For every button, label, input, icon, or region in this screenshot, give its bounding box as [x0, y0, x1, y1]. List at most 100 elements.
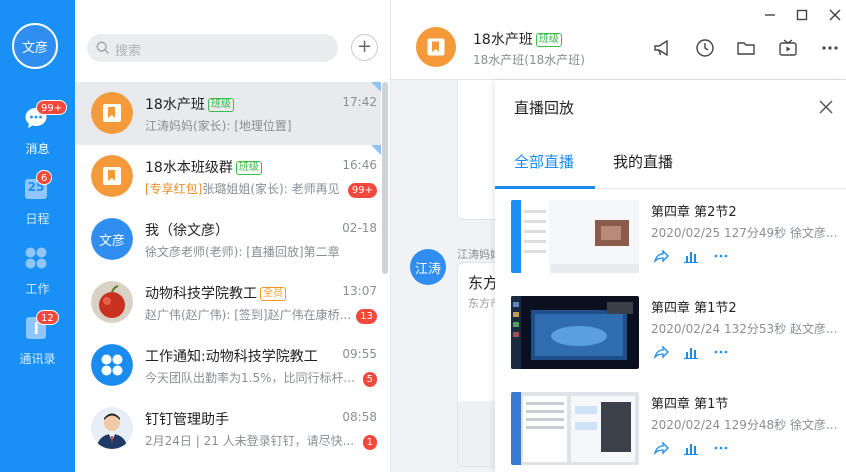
all-members-tag: 全员: [260, 287, 286, 301]
rail-item-calendar[interactable]: 25 6 日程: [0, 170, 75, 236]
conversation-preview-text: 张璐姐姐(家长): 老师再见: [202, 182, 340, 196]
class-tag: 班级: [535, 33, 562, 47]
location-title: 东方: [468, 274, 499, 292]
close-icon[interactable]: [818, 99, 834, 115]
conversation-time: 08:58: [342, 410, 377, 424]
conversation-title: 我（徐文彦）: [145, 223, 229, 239]
conversation-title: 动物科技学院教工 全员: [145, 283, 286, 303]
rail-item-work[interactable]: 工作: [0, 246, 75, 306]
group-avatar: [91, 92, 133, 134]
rail-item-messages[interactable]: 99+ 消息: [0, 100, 75, 166]
replay-item[interactable]: 第四章 第2节2 2020/02/25 127分49秒 徐文彦...: [495, 200, 846, 296]
video-thumbnail[interactable]: [511, 200, 639, 273]
assistant-avatar: [91, 407, 133, 449]
more-icon[interactable]: [820, 38, 840, 58]
conversation-preview: 2月24日 | 21 人未登录钉钉，请尽快...: [145, 434, 355, 448]
group-avatar[interactable]: [416, 27, 456, 67]
add-button[interactable]: +: [351, 34, 378, 61]
stats-icon[interactable]: [683, 440, 699, 456]
conversation-item[interactable]: 18水产班 班级 17:42 江涛妈妈(家长): [地理位置]: [75, 82, 381, 145]
conversation-item[interactable]: 钉钉管理助手 08:58 2月24日 | 21 人未登录钉钉，请尽快... 1: [75, 397, 381, 460]
unread-badge: 99+: [347, 183, 377, 198]
sender-avatar[interactable]: 江涛: [410, 249, 446, 285]
tab-my-live[interactable]: 我的直播: [613, 151, 673, 172]
conversation-list: 搜索 + 18水产班 班级 17:42 江涛妈妈(家长): [地理位置] 18水本…: [75, 0, 391, 472]
megaphone-icon[interactable]: [653, 38, 673, 58]
conversation-scrollbar[interactable]: [382, 82, 388, 274]
conversation-time: 13:07: [342, 284, 377, 298]
book-icon: [91, 155, 133, 197]
conversation-item[interactable]: 文彦 我（徐文彦） 02-18 徐文彦老师(老师): [直播回放]第二章: [75, 208, 381, 271]
more-icon[interactable]: [713, 344, 729, 360]
clock-icon[interactable]: [695, 38, 715, 58]
maximize-icon[interactable]: [794, 7, 810, 23]
share-icon[interactable]: [653, 248, 669, 264]
conversation-item[interactable]: 工作通知:动物科技学院教工 09:55 今天团队出勤率为1.5%，比同行标杆..…: [75, 334, 381, 397]
share-icon[interactable]: [653, 440, 669, 456]
conversation-preview: [专享红包]张璐姐姐(家长): 老师再见: [145, 180, 355, 197]
rail-label-calendar: 日程: [25, 212, 50, 226]
search-input[interactable]: 搜索: [115, 40, 141, 59]
conversation-title-text: 动物科技学院教工: [145, 286, 257, 302]
conversation-title: 工作通知:动物科技学院教工: [145, 349, 318, 365]
conversation-title: 钉钉管理助手: [145, 412, 229, 428]
group-avatar: [91, 281, 133, 323]
conversation-title-text: 18水产班: [145, 97, 205, 113]
video-meta: 2020/02/25 127分49秒 徐文彦...: [651, 226, 838, 240]
replay-tabs: 全部直播 我的直播: [495, 140, 846, 189]
live-tv-icon[interactable]: [778, 38, 798, 58]
folder-icon[interactable]: [736, 38, 756, 58]
panel-title: 直播回放: [514, 99, 575, 117]
tab-all-live[interactable]: 全部直播: [514, 151, 574, 172]
pinned-corner: [371, 82, 381, 92]
conversation-title-text: 18水本班级群: [145, 160, 233, 176]
book-icon: [91, 92, 133, 134]
user-avatar-text: 文彦: [21, 40, 48, 56]
video-thumbnail[interactable]: [511, 392, 639, 465]
group-avatar: [91, 155, 133, 197]
conversation-preview: 赵广伟(赵广伟): [签到]赵广伟在康桥...: [145, 308, 352, 322]
video-thumbnail[interactable]: [511, 296, 639, 369]
apple-image-icon: [91, 281, 133, 323]
minimize-icon[interactable]: [762, 7, 778, 23]
conversation-time: 09:55: [342, 347, 377, 361]
replay-item[interactable]: 第四章 第1节 2020/02/24 129分48秒 徐文彦...: [495, 392, 846, 472]
user-avatar[interactable]: 文彦: [12, 23, 58, 69]
more-icon[interactable]: [713, 440, 729, 456]
unread-badge: 5: [362, 372, 377, 387]
chat-subtitle: 18水产班(18水产班): [473, 53, 585, 67]
rail-item-contacts[interactable]: 12 通讯录: [0, 310, 75, 376]
conversation-title: 18水产班 班级: [145, 94, 234, 114]
avatar-text: 文彦: [91, 218, 133, 260]
conversation-title: 18水本班级群 班级: [145, 157, 262, 177]
conversation-item[interactable]: 动物科技学院教工 全员 13:07 赵广伟(赵广伟): [签到]赵广伟在康桥...…: [75, 271, 381, 334]
rail-label-contacts: 通讯录: [19, 352, 56, 366]
conversation-time: 17:42: [342, 95, 377, 109]
messages-badge: 99+: [36, 100, 68, 115]
video-meta: 2020/02/24 129分48秒 徐文彦...: [651, 418, 838, 432]
search-box[interactable]: 搜索: [87, 34, 338, 62]
rail-label-work: 工作: [25, 282, 50, 296]
stats-icon[interactable]: [683, 344, 699, 360]
share-icon[interactable]: [653, 344, 669, 360]
stats-icon[interactable]: [683, 248, 699, 264]
user-avatar: 文彦: [91, 218, 133, 260]
video-title: 第四章 第1节: [651, 397, 729, 412]
nav-rail: 文彦 99+ 消息 25 6 日程 工作 12 通讯录: [0, 0, 75, 472]
conversation-item[interactable]: 18水本班级群 班级 16:46 [专享红包]张璐姐姐(家长): 老师再见 99+: [75, 145, 381, 208]
screenshot-thumbnail-icon: [511, 200, 639, 273]
search-icon: [96, 41, 110, 55]
replay-item[interactable]: 第四章 第1节2 2020/02/24 132分53秒 赵文彦...: [495, 296, 846, 392]
pinned-corner: [371, 145, 381, 155]
close-window-icon[interactable]: [827, 7, 843, 23]
apps-grid-icon: [25, 247, 47, 269]
more-icon[interactable]: [713, 248, 729, 264]
conversation-preview: 今天团队出勤率为1.5%，比同行标杆...: [145, 371, 355, 385]
person-photo-icon: [91, 407, 133, 449]
conversation-preview: 江涛妈妈(家长): [地理位置]: [145, 119, 292, 133]
chat-header: 18水产班 班级 18水产班(18水产班): [391, 0, 846, 80]
conversation-time: 02-18: [342, 221, 377, 235]
live-replay-panel: 直播回放 全部直播 我的直播 第四章 第2节2 2020/02/25 127分4…: [495, 80, 846, 472]
class-tag: 班级: [235, 161, 262, 175]
video-meta: 2020/02/24 132分53秒 赵文彦...: [651, 322, 838, 336]
